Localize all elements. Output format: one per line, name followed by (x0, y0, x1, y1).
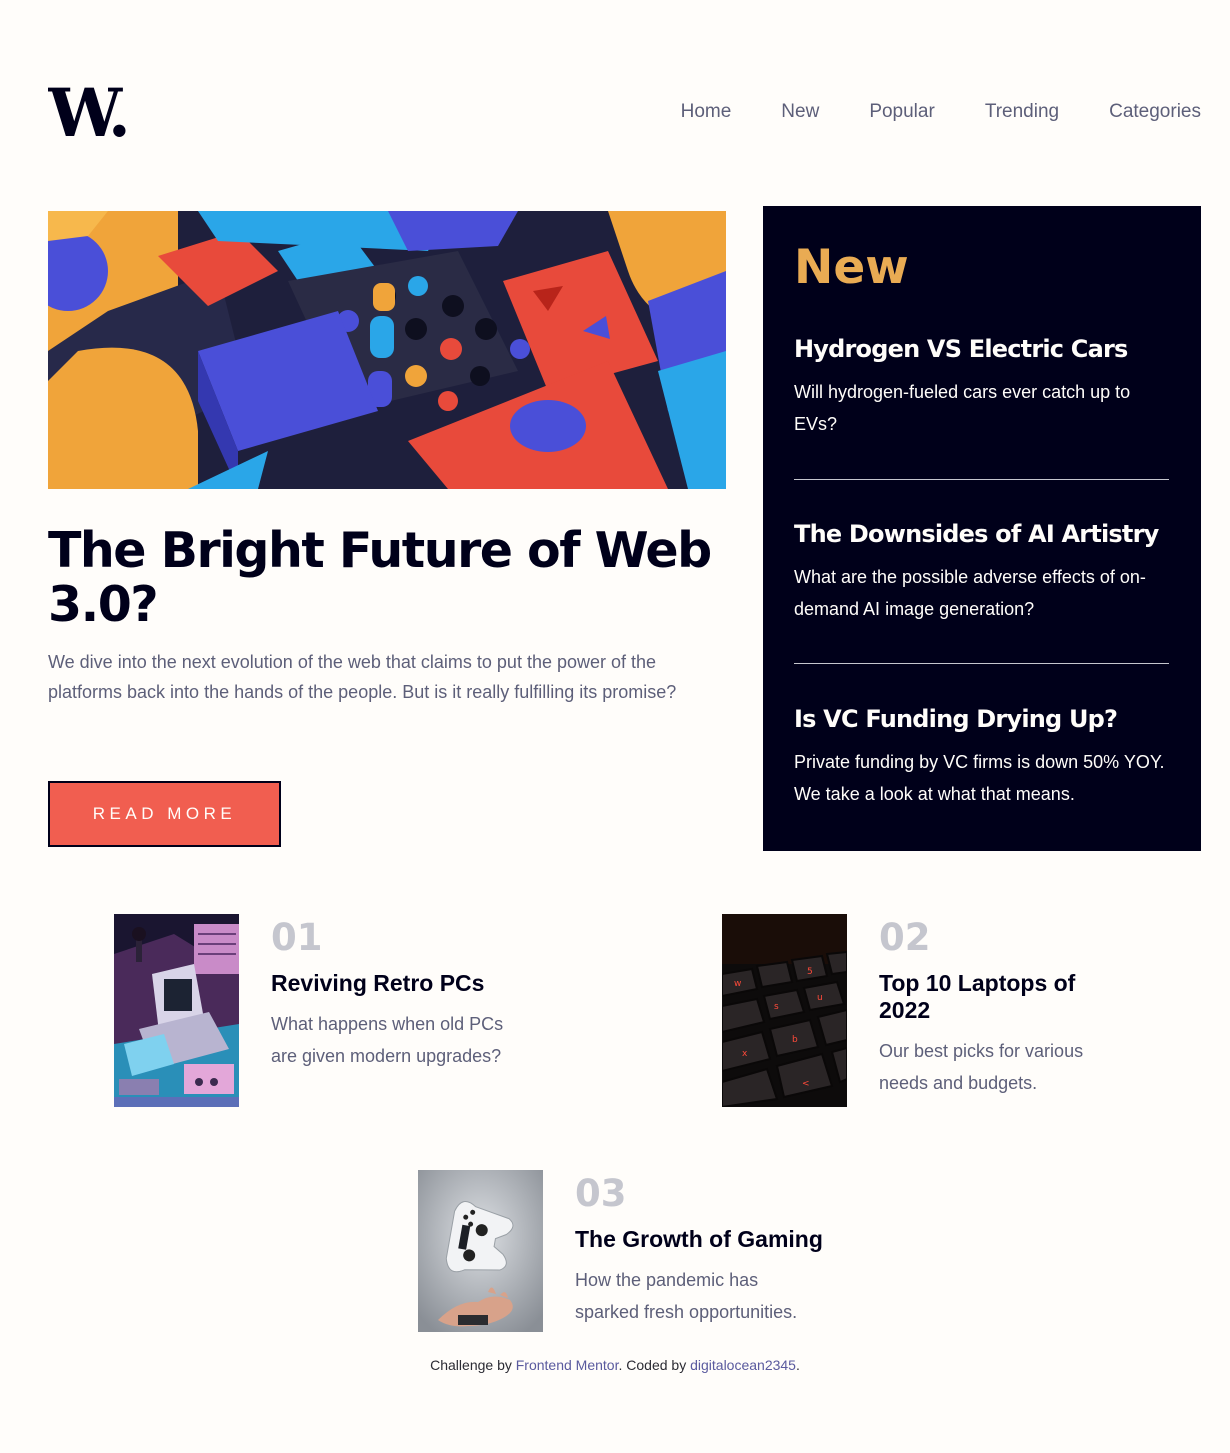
new-item-description: Private funding by VC firms is down 50% … (794, 752, 1165, 804)
retro-pc-image (114, 914, 239, 1107)
divider (794, 663, 1169, 664)
svg-text:b: b (792, 1035, 798, 1045)
ranked-article: w s u x b < 5 02 Top 10 Laptops of 2022 … (722, 914, 1129, 1107)
author-link[interactable]: digitalocean2345 (690, 1357, 796, 1373)
ranked-title[interactable]: Reviving Retro PCs (271, 970, 521, 997)
new-item[interactable]: Hydrogen VS Electric Cars Will hydrogen-… (794, 334, 1169, 440)
new-item[interactable]: The Downsides of AI Artistry What are th… (794, 519, 1169, 625)
main-nav: Home New Popular Trending Categories (681, 100, 1201, 124)
svg-text:s: s (774, 1002, 779, 1012)
ranked-description: What happens when old PCs are given mode… (271, 1014, 504, 1066)
svg-text:<: < (802, 1079, 810, 1089)
rank-number: 01 (271, 916, 323, 959)
hero-title: The Bright Future of Web 3.0? (48, 522, 712, 633)
read-more-button[interactable]: READ MORE (48, 781, 281, 847)
ranked-body: 03 The Growth of Gaming How the pandemic… (575, 1170, 825, 1332)
ranked-body: 02 Top 10 Laptops of 2022 Our best picks… (879, 914, 1129, 1107)
ranked-title[interactable]: The Growth of Gaming (575, 1226, 825, 1253)
rank-number: 03 (575, 1172, 627, 1215)
svg-text:x: x (742, 1049, 748, 1059)
hero-description: We dive into the next evolution of the w… (48, 652, 677, 702)
divider (794, 479, 1169, 480)
new-item-title[interactable]: Is VC Funding Drying Up? (794, 704, 1169, 734)
svg-text:5: 5 (807, 967, 813, 977)
new-item-title[interactable]: Hydrogen VS Electric Cars (794, 334, 1169, 364)
nav-trending[interactable]: Trending (985, 100, 1059, 124)
ranked-description: Our best picks for various needs and bud… (879, 1041, 1084, 1093)
new-item-title[interactable]: The Downsides of AI Artistry (794, 519, 1169, 549)
nav-new[interactable]: New (781, 100, 819, 124)
attribution-prefix: Challenge by (430, 1357, 516, 1373)
logo[interactable]: W. (48, 86, 130, 140)
new-item-description: Will hydrogen-fueled cars ever catch up … (794, 382, 1131, 434)
nav-popular[interactable]: Popular (869, 100, 935, 124)
new-panel: New Hydrogen VS Electric Cars Will hydro… (763, 206, 1201, 851)
rank-number: 02 (879, 916, 931, 959)
frontend-mentor-link[interactable]: Frontend Mentor (516, 1357, 619, 1373)
attribution-suffix: . (795, 1357, 800, 1373)
svg-text:w: w (734, 979, 741, 989)
ranked-description: How the pandemic has sparked fresh oppor… (575, 1270, 798, 1322)
svg-text:W.: W. (48, 86, 127, 140)
ranked-article: 03 The Growth of Gaming How the pandemic… (418, 1170, 825, 1332)
attribution-middle: . Coded by (618, 1357, 691, 1373)
gaming-controller-image (418, 1170, 543, 1332)
nav-home[interactable]: Home (681, 100, 732, 124)
new-item[interactable]: Is VC Funding Drying Up? Private funding… (794, 704, 1169, 810)
ranked-body: 01 Reviving Retro PCs What happens when … (271, 914, 521, 1107)
svg-text:u: u (817, 993, 823, 1003)
laptop-keyboard-image: w s u x b < 5 (722, 914, 847, 1107)
nav-categories[interactable]: Categories (1109, 100, 1201, 124)
attribution: Challenge by Frontend Mentor. Coded by d… (0, 1356, 1230, 1374)
ranked-title[interactable]: Top 10 Laptops of 2022 (879, 970, 1129, 1024)
new-item-description: What are the possible adverse effects of… (794, 567, 1146, 619)
new-heading: New (794, 240, 909, 295)
ranked-article: 01 Reviving Retro PCs What happens when … (114, 914, 521, 1107)
hero-image (48, 211, 726, 489)
